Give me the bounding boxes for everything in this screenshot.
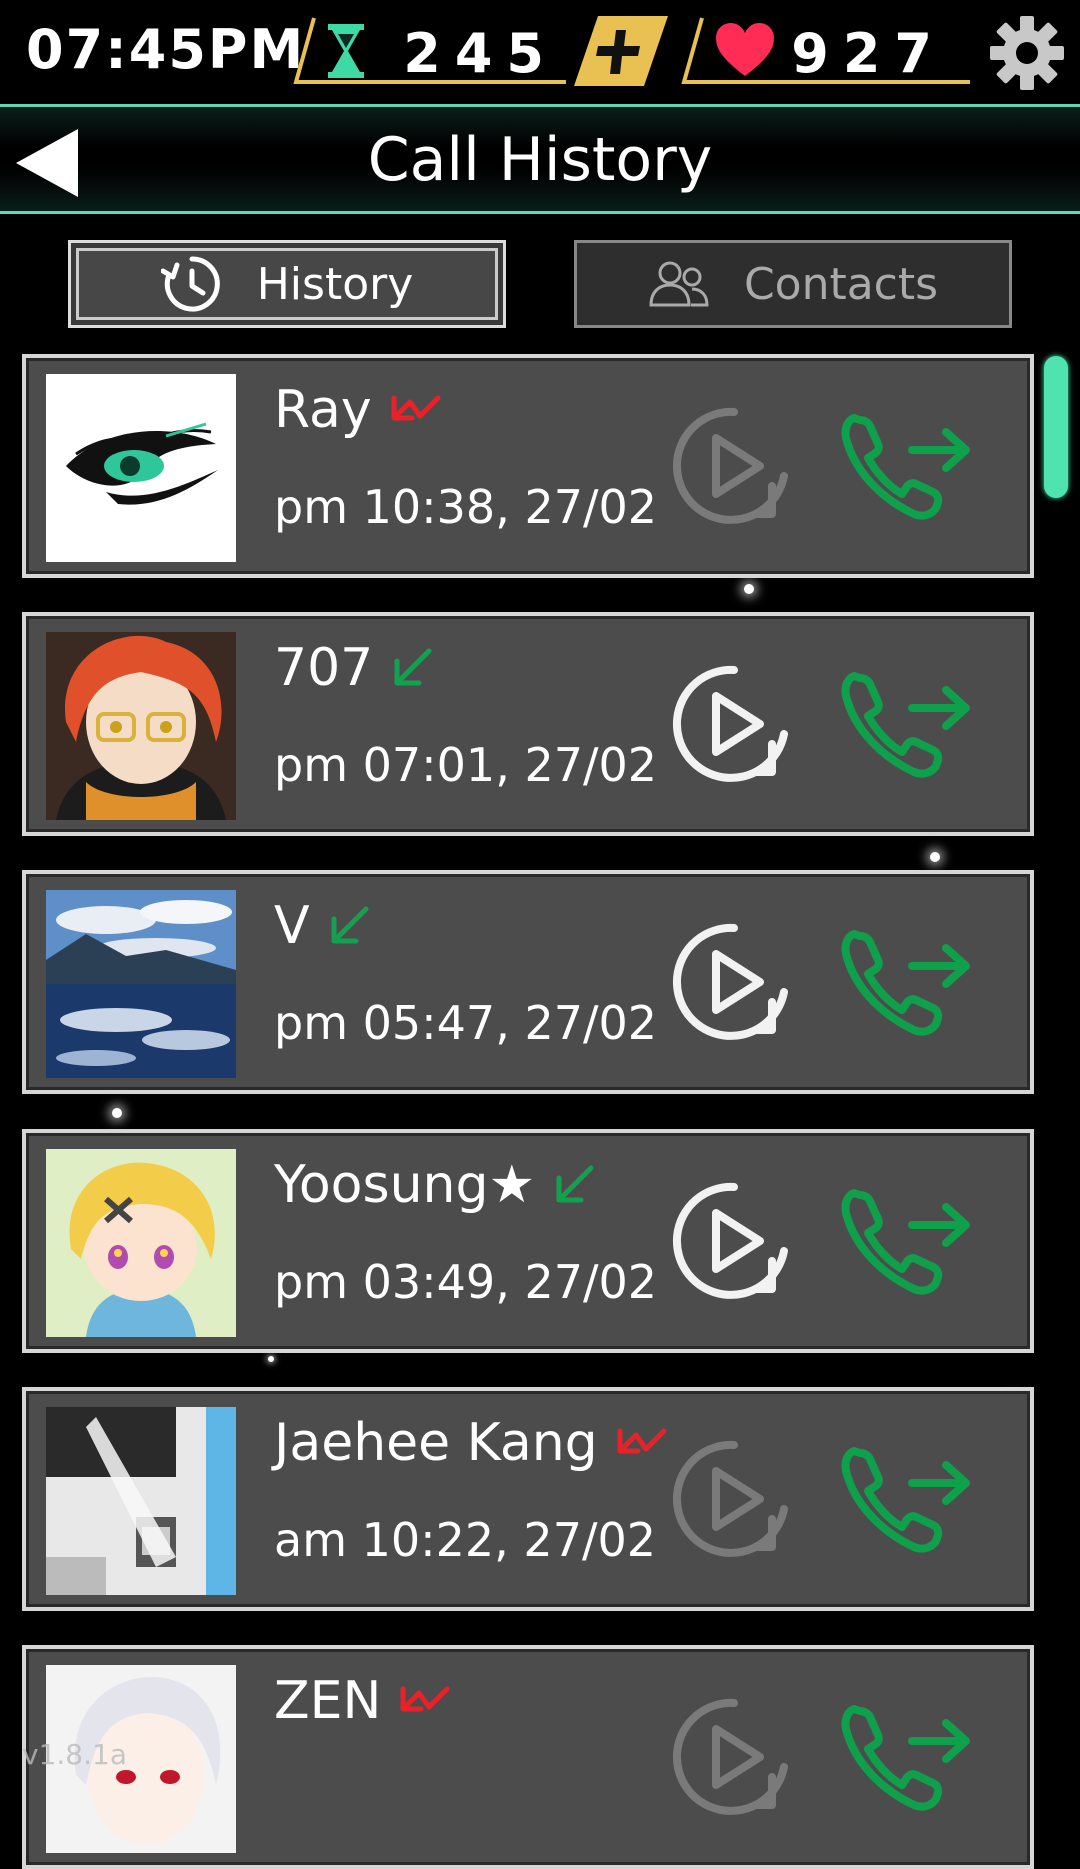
hourglass-count: 245 [403,22,558,85]
call-back-icon[interactable] [840,922,974,1042]
call-back-icon[interactable] [840,1697,974,1817]
call-time: pm 03:49, 27/02 [274,1255,658,1309]
tab-history[interactable]: History [68,240,506,328]
caller-name: Yoosung★ [274,1155,536,1215]
caller-line: Ray [274,380,442,440]
avatar [46,1407,236,1595]
caller-line: 707 [274,638,433,698]
avatar [46,632,236,820]
call-history-row[interactable]: ZEN [22,1645,1034,1869]
hourglass-counter: 245 [284,16,582,86]
tab-contacts[interactable]: Contacts [574,240,1012,328]
gear-icon[interactable] [990,16,1064,90]
received-call-icon [328,905,370,947]
call-history-row[interactable]: V pm 05:47, 27/02 [22,870,1034,1094]
particle [930,852,940,862]
call-time: pm 07:01, 27/02 [274,738,658,792]
replay-icon[interactable] [672,1179,796,1303]
scrollbar[interactable] [1044,356,1068,498]
tab-label: History [256,258,414,310]
call-history-row[interactable]: Ray pm 10:38, 27/02 [22,354,1034,578]
call-time: pm 05:47, 27/02 [274,996,658,1050]
avatar [46,374,236,562]
plus-icon[interactable] [572,16,668,86]
replay-icon[interactable] [672,662,796,786]
particle [744,584,754,594]
version-watermark: v1.8.1a [22,1738,127,1771]
received-call-icon [553,1164,595,1206]
caller-line: ZEN [274,1671,451,1731]
caller-name: Jaehee Kang [274,1413,598,1473]
status-bar: 07:45PM 245 927 [0,0,1080,106]
call-history-row[interactable]: Yoosung★ pm 03:49, 27/02 [22,1129,1034,1353]
heart-count: 927 [791,22,946,85]
caller-name: V [274,896,310,956]
replay-icon[interactable] [672,920,796,1044]
caller-name: ZEN [274,1671,382,1731]
replay-icon[interactable] [672,1695,796,1819]
call-history-row[interactable]: Jaehee Kang am 10:22, 27/02 [22,1387,1034,1611]
avatar [46,1149,236,1337]
caller-line: Yoosung★ [274,1155,595,1215]
call-history-row[interactable]: 707 pm 07:01, 27/02 [22,612,1034,836]
heart-counter: 927 [672,16,970,86]
tab-label: Contacts [743,258,939,310]
call-back-icon[interactable] [840,1439,974,1559]
heart-icon [716,23,774,76]
hourglass-icon [328,24,364,78]
missed-call-icon [616,1425,668,1461]
avatar [46,890,236,1078]
header-bar: Call History [0,104,1080,214]
call-time: am 10:22, 27/02 [274,1513,656,1567]
call-back-icon[interactable] [840,406,974,526]
people-icon [648,259,710,309]
particle [112,1108,122,1118]
caller-name: Ray [274,380,372,440]
call-back-icon[interactable] [840,1181,974,1301]
received-call-icon [391,647,433,689]
replay-icon[interactable] [672,404,796,528]
missed-call-icon [399,1683,451,1719]
clock: 07:45PM [26,18,306,81]
particle [268,1356,274,1362]
caller-name: 707 [274,638,374,698]
clock-icon [160,253,223,315]
page-title: Call History [367,125,713,195]
replay-icon[interactable] [672,1437,796,1561]
caller-line: V [274,896,370,956]
call-back-icon[interactable] [840,664,974,784]
missed-call-icon [390,392,442,428]
call-time: pm 10:38, 27/02 [274,480,658,534]
caller-line: Jaehee Kang [274,1413,668,1473]
